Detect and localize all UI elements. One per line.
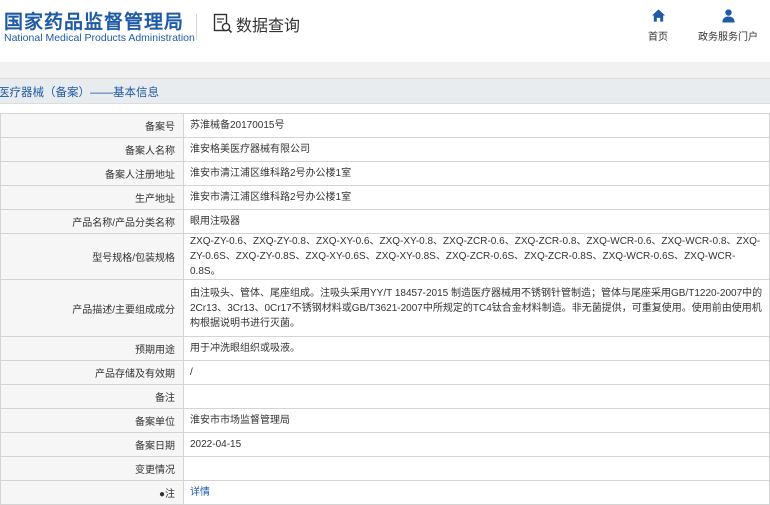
row-value xyxy=(183,384,770,409)
row-label: 备注 xyxy=(0,384,184,409)
row-value: / xyxy=(183,360,770,385)
document-search-icon xyxy=(213,13,233,34)
table-row: 预期用途 用于冲洗眼组织或吸液。 xyxy=(0,336,770,361)
site-logo-en[interactable]: National Medical Products Administration xyxy=(4,32,195,44)
header-gap xyxy=(0,62,770,78)
details-link[interactable]: 详情 xyxy=(183,480,770,505)
user-icon xyxy=(721,9,735,23)
nav-gov-portal[interactable]: 政务服务门户 xyxy=(695,8,761,45)
row-value: 淮安市市场监督管理局 xyxy=(183,408,770,433)
row-label: 备案日期 xyxy=(0,432,184,457)
data-query-label: 数据查询 xyxy=(236,18,301,35)
row-label: 变更情况 xyxy=(0,456,184,481)
row-label: 型号规格/包装规格 xyxy=(0,233,184,280)
site-logo-cn[interactable]: 国家药品监督管理局 xyxy=(4,7,184,34)
home-icon xyxy=(651,9,665,22)
table-row: 备案号 苏淮械备20170015号 xyxy=(0,113,770,138)
row-label: ●注 xyxy=(0,480,184,505)
data-query-title: 数据查询 xyxy=(213,12,300,36)
table-row: 产品名称/产品分类名称 眼用注吸器 xyxy=(0,209,770,234)
row-label: 备案单位 xyxy=(0,408,184,433)
row-value: 2022-04-15 xyxy=(183,432,770,457)
row-label: 产品描述/主要组成成分 xyxy=(0,279,184,337)
header-divider xyxy=(196,14,197,40)
section-title: 医疗器械（备案）——基本信息 xyxy=(0,87,159,99)
row-value: 淮安市清江浦区维科路2号办公楼1室 xyxy=(183,185,770,210)
table-row: 备案人名称 淮安格美医疗器械有限公司 xyxy=(0,137,770,162)
table-row: 产品存储及有效期 / xyxy=(0,360,770,385)
table-row: 备案单位 淮安市市场监督管理局 xyxy=(0,408,770,433)
nav-home[interactable]: 首页 xyxy=(643,8,673,45)
section-title-bar: 医疗器械（备案）——基本信息 xyxy=(0,78,770,104)
table-row: 备案日期 2022-04-15 xyxy=(0,432,770,457)
table-row: 备注 xyxy=(0,384,770,409)
site-header: 国家药品监督管理局 National Medical Products Admi… xyxy=(0,0,770,62)
table-row: 生产地址 淮安市清江浦区维科路2号办公楼1室 xyxy=(0,185,770,210)
table-row: 变更情况 xyxy=(0,456,770,481)
row-label: 备案人注册地址 xyxy=(0,161,184,186)
row-label: 产品存储及有效期 xyxy=(0,360,184,385)
row-label: 预期用途 xyxy=(0,336,184,361)
title-separator xyxy=(0,104,770,113)
row-label: 产品名称/产品分类名称 xyxy=(0,209,184,234)
row-value: 用于冲洗眼组织或吸液。 xyxy=(183,336,770,361)
table-row: 产品描述/主要组成成分 由注吸头、管体、尾座组成。注吸头采用YY/T 18457… xyxy=(0,279,770,337)
table-row: ●注 详情 xyxy=(0,480,770,505)
nav-home-label: 首页 xyxy=(648,32,668,43)
row-value xyxy=(183,456,770,481)
row-value: ZXQ-ZY-0.6、ZXQ-ZY-0.8、ZXQ-XY-0.6、ZXQ-XY-… xyxy=(183,233,770,280)
row-label: 备案号 xyxy=(0,113,184,138)
info-table: 备案号 苏淮械备20170015号 备案人名称 淮安格美医疗器械有限公司 备案人… xyxy=(0,113,770,505)
row-value: 苏淮械备20170015号 xyxy=(183,113,770,138)
table-row: 型号规格/包装规格 ZXQ-ZY-0.6、ZXQ-ZY-0.8、ZXQ-XY-0… xyxy=(0,233,770,280)
row-value: 淮安市清江浦区维科路2号办公楼1室 xyxy=(183,161,770,186)
nav-gov-label: 政务服务门户 xyxy=(698,32,758,43)
row-value: 淮安格美医疗器械有限公司 xyxy=(183,137,770,162)
row-value: 眼用注吸器 xyxy=(183,209,770,234)
row-value: 由注吸头、管体、尾座组成。注吸头采用YY/T 18457-2015 制造医疗器械… xyxy=(183,279,770,337)
row-label: 生产地址 xyxy=(0,185,184,210)
table-row: 备案人注册地址 淮安市清江浦区维科路2号办公楼1室 xyxy=(0,161,770,186)
row-label: 备案人名称 xyxy=(0,137,184,162)
